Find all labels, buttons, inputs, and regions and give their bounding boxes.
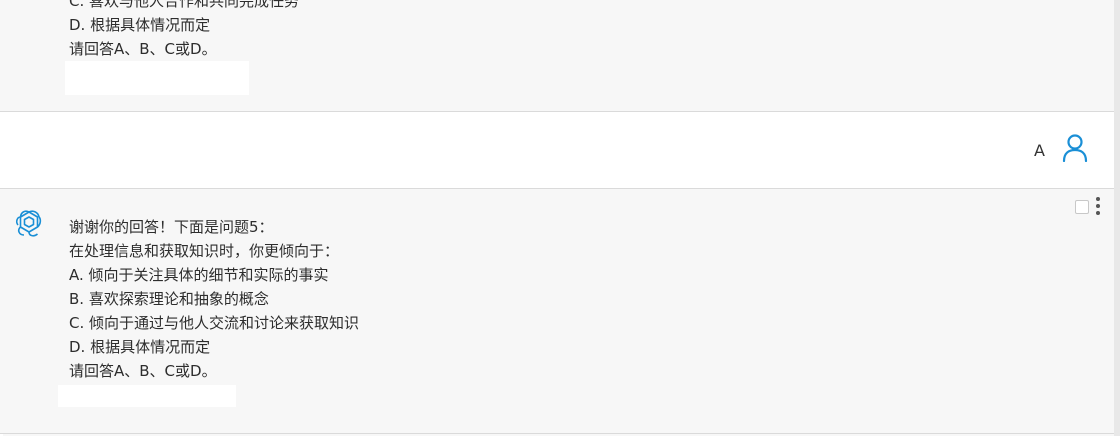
user-message: A bbox=[0, 112, 1120, 189]
assistant-message-previous: C. 喜欢与他人合作和共同完成任务 D. 根据具体情况而定 请回答A、B、C或D… bbox=[0, 0, 1120, 112]
message-text: 谢谢你的回答！下面是问题5： 在处理信息和获取知识时，你更倾向于： A. 倾向于… bbox=[69, 215, 359, 383]
message-line: 谢谢你的回答！下面是问题5： bbox=[69, 218, 274, 236]
message-line: C. 喜欢与他人合作和共同完成任务 bbox=[69, 0, 300, 10]
openai-logo-icon bbox=[15, 210, 42, 237]
assistant-message: 谢谢你的回答！下面是问题5： 在处理信息和获取知识时，你更倾向于： A. 倾向于… bbox=[0, 189, 1120, 434]
user-message-text: A bbox=[1034, 141, 1045, 160]
message-line: D. 根据具体情况而定 bbox=[69, 16, 211, 34]
message-line: 请回答A、B、C或D。 bbox=[69, 362, 217, 380]
message-line: D. 根据具体情况而定 bbox=[69, 338, 211, 356]
select-checkbox[interactable] bbox=[1075, 200, 1089, 214]
message-line: 请回答A、B、C或D。 bbox=[69, 40, 217, 58]
message-text: C. 喜欢与他人合作和共同完成任务 D. 根据具体情况而定 请回答A、B、C或D… bbox=[69, 0, 299, 61]
blank-placeholder bbox=[65, 61, 249, 95]
message-line: C. 倾向于通过与他人交流和讨论来获取知识 bbox=[69, 314, 360, 332]
message-line: A. 倾向于关注具体的细节和实际的事实 bbox=[69, 266, 329, 284]
blank-placeholder bbox=[58, 385, 236, 407]
scrollbar-track[interactable] bbox=[1114, 0, 1120, 436]
message-line: 在处理信息和获取知识时，你更倾向于： bbox=[69, 242, 340, 260]
more-vertical-icon[interactable] bbox=[1095, 197, 1101, 217]
user-avatar-icon bbox=[1062, 134, 1088, 162]
message-line: B. 喜欢探索理论和抽象的概念 bbox=[69, 290, 269, 308]
